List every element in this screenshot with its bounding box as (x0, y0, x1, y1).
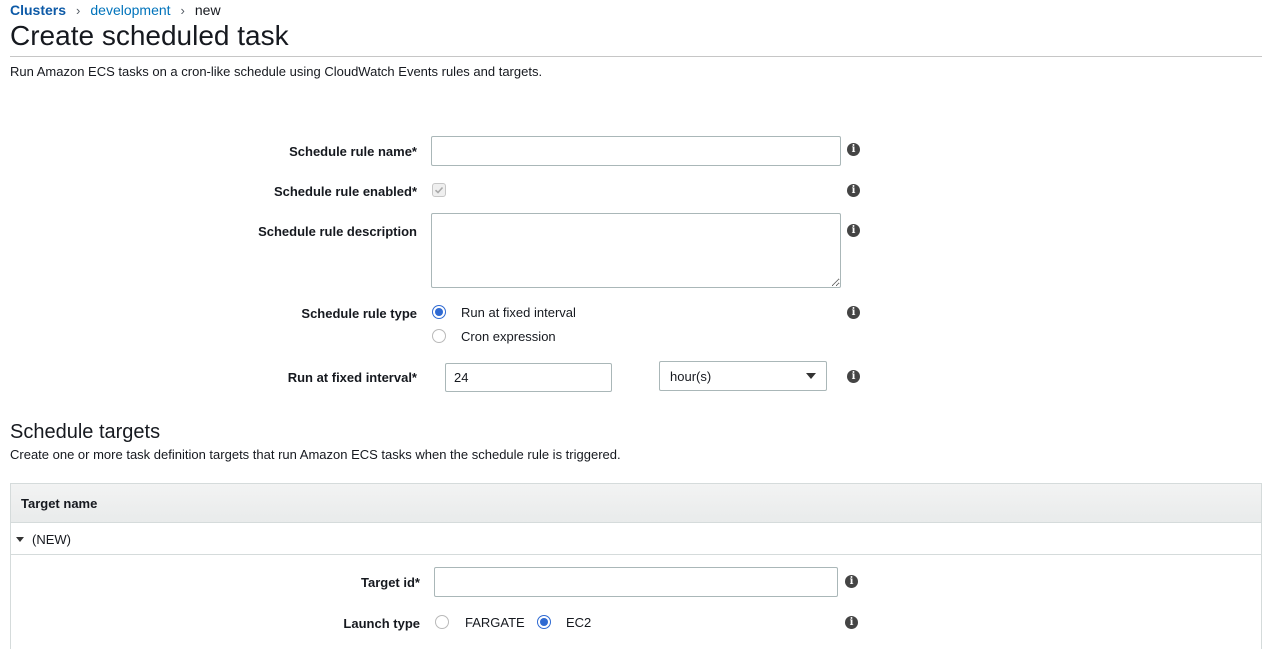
interval-unit-value: hour(s) (670, 368, 712, 384)
rule-description-label: Schedule rule description (258, 224, 417, 239)
info-icon[interactable]: i (847, 143, 860, 156)
table-header (11, 484, 1261, 523)
chevron-down-icon (806, 373, 816, 379)
rule-name-label: Schedule rule name* (289, 144, 417, 159)
breadcrumb-current: new (194, 2, 221, 18)
rule-type-fixed-radio[interactable] (432, 305, 446, 319)
rule-type-fixed-label[interactable]: Run at fixed interval (461, 305, 576, 320)
rule-description-textarea[interactable] (431, 213, 841, 288)
rule-type-cron-radio[interactable] (432, 329, 446, 343)
interval-unit-select[interactable]: hour(s) (659, 361, 827, 391)
target-id-label: Target id* (361, 575, 420, 590)
page-description: Run Amazon ECS tasks on a cron-like sche… (10, 64, 543, 79)
rule-enabled-label: Schedule rule enabled* (273, 184, 417, 199)
launch-type-ec2-radio[interactable] (537, 615, 551, 629)
fixed-interval-input[interactable] (445, 363, 612, 392)
fixed-interval-label: Run at fixed interval* (287, 370, 417, 385)
info-icon[interactable]: i (845, 575, 858, 588)
target-row-label[interactable]: (NEW) (32, 532, 71, 547)
rule-type-label: Schedule rule type (301, 306, 417, 321)
rule-name-input[interactable] (431, 136, 841, 166)
breadcrumb-clusters-link[interactable]: Clusters (10, 2, 66, 18)
caret-down-icon[interactable] (16, 537, 24, 542)
section-title-schedule-targets: Schedule targets (10, 421, 161, 443)
breadcrumb-cluster-link[interactable]: development (90, 2, 170, 18)
rule-type-cron-label[interactable]: Cron expression (461, 329, 556, 344)
breadcrumb-separator: › (180, 2, 185, 18)
rule-enabled-checkbox[interactable] (432, 183, 446, 197)
launch-type-fargate-label[interactable]: FARGATE (465, 615, 525, 630)
info-icon[interactable]: i (847, 224, 860, 237)
target-row-toggle[interactable] (11, 524, 1261, 555)
section-description: Create one or more task definition targe… (10, 447, 621, 462)
launch-type-fargate-radio[interactable] (435, 615, 449, 629)
info-icon[interactable]: i (845, 616, 858, 629)
title-divider (10, 56, 1262, 57)
info-icon[interactable]: i (847, 306, 860, 319)
info-icon[interactable]: i (847, 184, 860, 197)
breadcrumb-separator: › (76, 2, 81, 18)
page-title: Create scheduled task (10, 20, 289, 51)
column-header-target-name[interactable]: Target name (21, 496, 97, 511)
info-icon[interactable]: i (847, 370, 860, 383)
breadcrumb: Clusters › development › new (10, 2, 221, 18)
checkmark-icon (434, 186, 444, 194)
launch-type-ec2-label[interactable]: EC2 (566, 615, 591, 630)
target-id-input[interactable] (434, 567, 838, 597)
launch-type-label: Launch type (343, 616, 420, 631)
